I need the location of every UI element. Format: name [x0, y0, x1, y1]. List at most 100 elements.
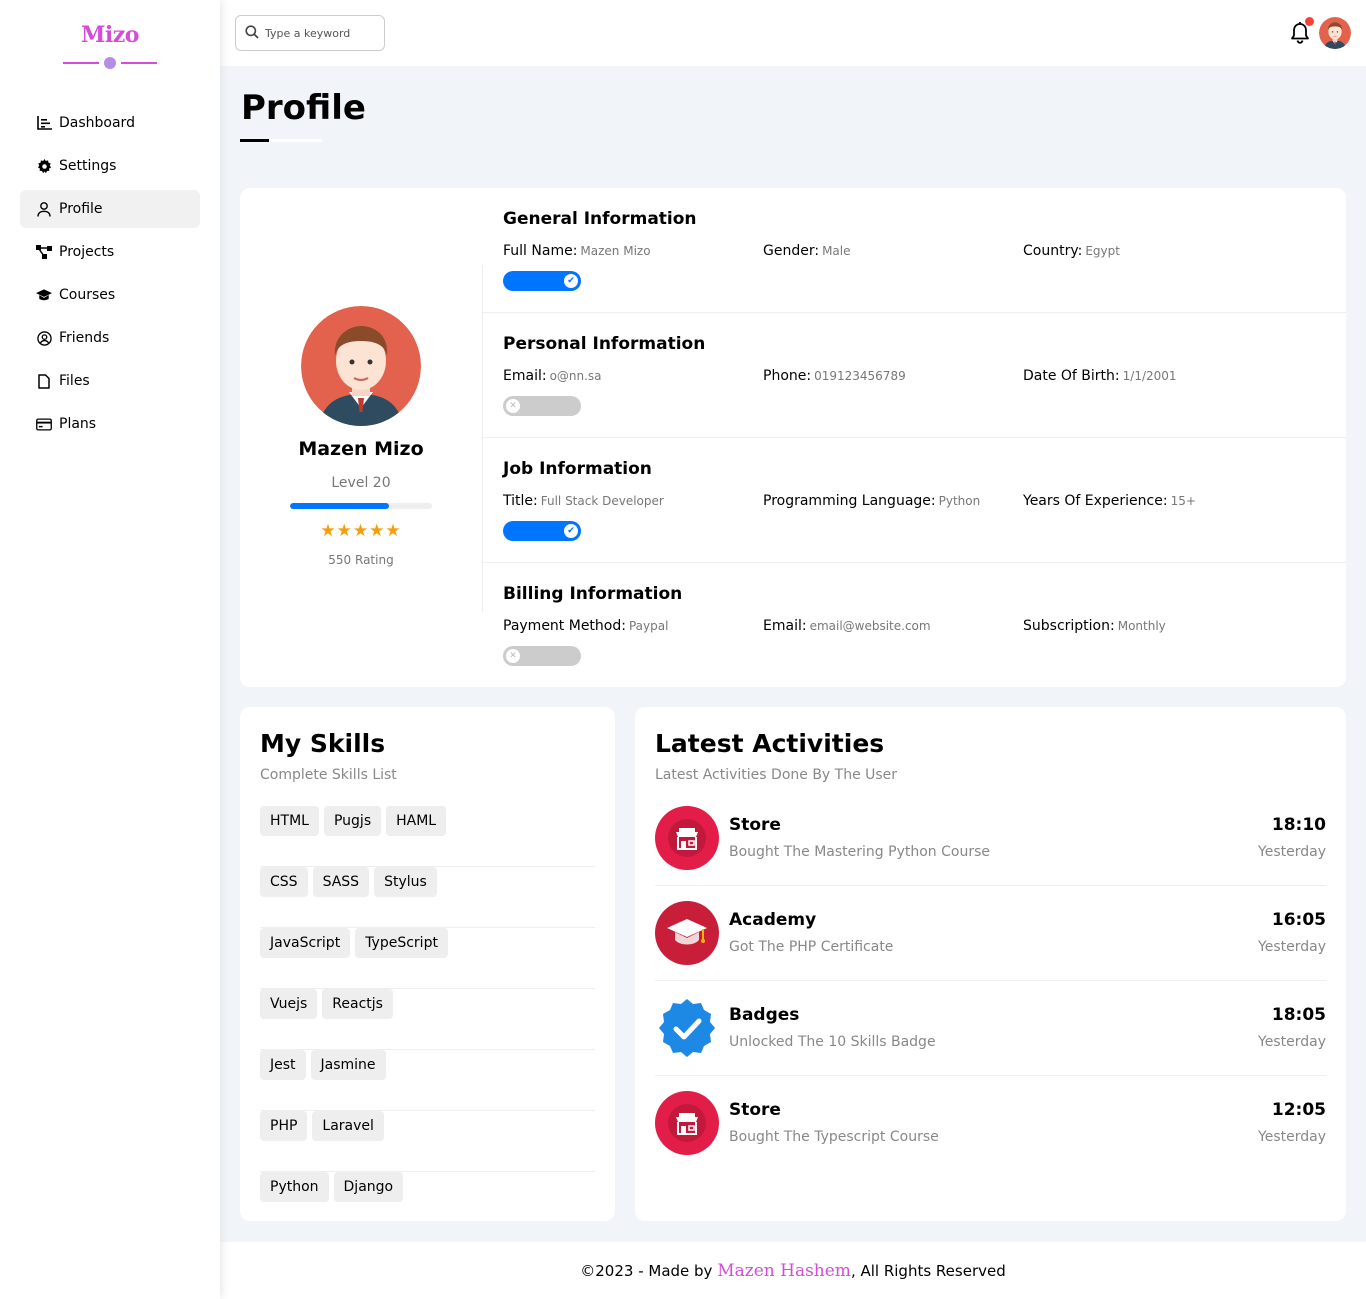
- app-logo[interactable]: Mizo: [0, 22, 220, 48]
- activities-title: Latest Activities: [655, 729, 885, 758]
- sidebar-item-label: Projects: [59, 244, 115, 260]
- skill-tag[interactable]: HAML: [386, 806, 447, 836]
- gear-icon: [36, 158, 52, 174]
- profile-name: Mazen Mizo: [298, 438, 424, 460]
- field-label: Gender:: [763, 243, 820, 259]
- skill-tag[interactable]: Django: [333, 1172, 404, 1202]
- sidebar-item-plans[interactable]: Plans: [20, 405, 200, 443]
- field-value: 019123456789: [814, 369, 906, 383]
- skill-tag[interactable]: Reactjs: [322, 989, 393, 1019]
- footer-suffix: , All Rights Reserved: [850, 1262, 1006, 1280]
- personal-info-toggle[interactable]: ✕: [503, 396, 581, 416]
- skill-tag[interactable]: CSS: [260, 867, 308, 897]
- skill-row: Jest Jasmine: [260, 1050, 595, 1111]
- sidebar-item-profile[interactable]: Profile: [20, 190, 200, 228]
- skills-card: My Skills Complete Skills List HTML Pugj…: [240, 707, 615, 1221]
- close-icon: ✕: [506, 649, 520, 663]
- sidebar-item-friends[interactable]: Friends: [20, 319, 200, 357]
- activities-subtitle: Latest Activities Done By The User: [655, 767, 898, 783]
- level-progress-fill: [290, 503, 390, 509]
- file-icon: [36, 373, 52, 389]
- footer-author[interactable]: Mazen Hashem: [717, 1261, 851, 1281]
- sidebar-item-label: Files: [59, 373, 90, 389]
- field-label: Phone:: [763, 368, 812, 384]
- logo-divider-dot: [104, 57, 116, 69]
- sidebar: Mizo Dashboard Settings Profile Projects…: [0, 0, 220, 1299]
- search-box[interactable]: [235, 15, 385, 51]
- info-field: Subscription: Monthly: [1023, 618, 1166, 634]
- skill-tag[interactable]: Pugjs: [323, 806, 382, 836]
- activity-desc: Bought The Mastering Python Course: [729, 844, 990, 860]
- skills-subtitle: Complete Skills List: [260, 767, 397, 783]
- job-info-toggle[interactable]: ✔: [503, 521, 581, 541]
- skill-row: Python Django: [260, 1172, 595, 1233]
- sidebar-item-label: Profile: [59, 201, 103, 217]
- skill-tag[interactable]: Jest: [260, 1050, 306, 1080]
- activity-item[interactable]: Academy Got The PHP Certificate 16:05 Ye…: [655, 901, 1326, 981]
- field-value: Python: [938, 494, 981, 508]
- search-input[interactable]: [265, 26, 375, 40]
- store-icon: [655, 1091, 719, 1155]
- activity-time: 16:05: [1271, 910, 1326, 930]
- sidebar-item-dashboard[interactable]: Dashboard: [20, 104, 200, 142]
- field-label: Title:: [503, 493, 538, 509]
- field-value: Full Stack Developer: [540, 494, 664, 508]
- personal-info-section: Personal Information Email: o@nn.sa Phone…: [483, 313, 1346, 438]
- skill-tag[interactable]: Jasmine: [310, 1050, 386, 1080]
- field-value: Monthly: [1117, 619, 1166, 633]
- activity-day: Yesterday: [1258, 1034, 1326, 1050]
- close-icon: ✕: [506, 399, 520, 413]
- check-icon: ✔: [564, 274, 578, 288]
- skill-tag[interactable]: Stylus: [374, 867, 437, 897]
- activity-desc: Bought The Typescript Course: [729, 1129, 939, 1145]
- sidebar-item-label: Dashboard: [59, 115, 135, 131]
- field-value: Egypt: [1085, 244, 1120, 258]
- field-value: Male: [822, 244, 851, 258]
- skill-tag[interactable]: Laravel: [312, 1111, 384, 1141]
- info-field: Gender: Male: [763, 243, 851, 259]
- user-circle-icon: [36, 330, 52, 346]
- skill-tag[interactable]: Python: [260, 1172, 329, 1202]
- activity-item[interactable]: Store Bought The Mastering Python Course…: [655, 806, 1326, 886]
- info-field: Payment Method: Paypal: [503, 618, 668, 634]
- field-label: Email:: [503, 368, 547, 384]
- info-field: Programming Language: Python: [763, 493, 980, 509]
- sidebar-item-files[interactable]: Files: [20, 362, 200, 400]
- activity-item[interactable]: Store Bought The Typescript Course 12:05…: [655, 1091, 1326, 1171]
- skill-tag[interactable]: PHP: [260, 1111, 308, 1141]
- diagram-icon: [36, 244, 52, 260]
- skill-row: Vuejs Reactjs: [260, 989, 595, 1050]
- billing-info-toggle[interactable]: ✕: [503, 646, 581, 666]
- sidebar-item-label: Friends: [59, 330, 110, 346]
- level-progress-bar: [290, 503, 432, 509]
- activity-item[interactable]: Badges Unlocked The 10 Skills Badge 18:0…: [655, 996, 1326, 1076]
- activity-title: Store: [729, 815, 781, 835]
- sidebar-item-label: Settings: [59, 158, 117, 174]
- notification-dot: [1305, 17, 1314, 26]
- field-label: Email:: [763, 618, 807, 634]
- activity-day: Yesterday: [1258, 939, 1326, 955]
- info-field: Date Of Birth: 1/1/2001: [1023, 368, 1177, 384]
- skill-tag[interactable]: TypeScript: [355, 928, 448, 958]
- general-info-section: General Information Full Name: Mazen Mizo…: [483, 188, 1346, 313]
- graduation-cap-icon: [36, 287, 52, 303]
- credit-card-icon: [36, 416, 52, 432]
- rating-count: 550 Rating: [328, 553, 394, 567]
- skill-tag[interactable]: HTML: [260, 806, 319, 836]
- field-label: Subscription:: [1023, 618, 1115, 634]
- header-avatar[interactable]: [1319, 17, 1351, 49]
- sidebar-item-projects[interactable]: Projects: [20, 233, 200, 271]
- sidebar-item-settings[interactable]: Settings: [20, 147, 200, 185]
- sidebar-item-courses[interactable]: Courses: [20, 276, 200, 314]
- info-field: Years Of Experience: 15+: [1023, 493, 1196, 509]
- section-title: Billing Information: [503, 584, 683, 604]
- skill-tag[interactable]: JavaScript: [260, 928, 351, 958]
- skill-tag[interactable]: Vuejs: [260, 989, 318, 1019]
- title-underline: [240, 139, 269, 142]
- info-field: Email: o@nn.sa: [503, 368, 602, 384]
- field-label: Country:: [1023, 243, 1083, 259]
- skill-tag[interactable]: SASS: [312, 867, 370, 897]
- profile-card: Mazen Mizo Level 20 ★★★★★ 550 Rating Gen…: [240, 188, 1346, 687]
- general-info-toggle[interactable]: ✔: [503, 271, 581, 291]
- footer-prefix: ©2023 - Made by: [580, 1262, 718, 1280]
